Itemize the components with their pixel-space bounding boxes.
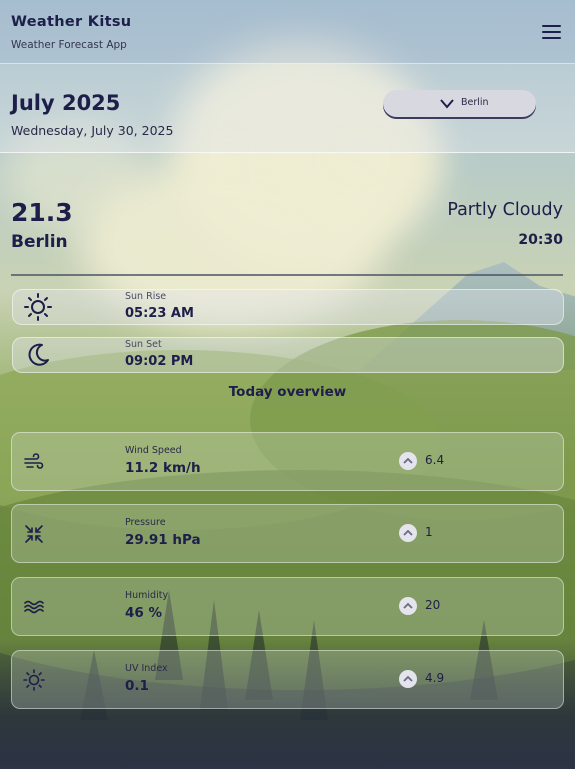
- app-subtitle: Weather Forecast App: [11, 39, 127, 51]
- metric-value: 46 %: [125, 605, 163, 621]
- waves-icon: [24, 600, 44, 614]
- metric-label: Pressure: [125, 517, 166, 528]
- metric-card-humidity: Humidity 46 % 20: [11, 577, 564, 636]
- trend-up-icon: [399, 452, 417, 470]
- sunrise-label: Sun Rise: [125, 291, 167, 302]
- metric-label: Humidity: [125, 590, 169, 601]
- city-dropdown-value: Berlin: [461, 97, 489, 108]
- current-temperature: 21.3: [11, 198, 73, 227]
- city-dropdown[interactable]: Berlin: [383, 90, 536, 117]
- metric-label: UV Index: [125, 663, 168, 674]
- current-month: July 2025: [11, 91, 121, 115]
- current-date: Wednesday, July 30, 2025: [11, 123, 174, 138]
- trend-up-icon: [399, 524, 417, 542]
- overview-title: Today overview: [228, 384, 347, 400]
- sunrise-time: 05:23 AM: [125, 306, 194, 321]
- sunset-label: Sun Set: [125, 339, 162, 350]
- weather-condition: Partly Cloudy: [447, 200, 563, 220]
- date-bar: July 2025 Wednesday, July 30, 2025 Berli…: [0, 64, 575, 153]
- compress-icon: [25, 525, 43, 543]
- hamburger-menu-icon[interactable]: [542, 24, 562, 40]
- sunset-card: Sun Set 09:02 PM: [12, 337, 564, 373]
- metric-delta: 4.9: [425, 671, 445, 685]
- sun-icon: [23, 669, 45, 691]
- metric-value: 0.1: [125, 678, 149, 694]
- moon-icon: [28, 343, 49, 366]
- app-header: Weather Kitsu Weather Forecast App: [0, 0, 575, 64]
- metric-delta: 1: [425, 525, 433, 539]
- metric-value: 29.91 hPa: [125, 532, 201, 548]
- wind-icon: [24, 453, 44, 469]
- metric-card-uv: UV Index 0.1 4.9: [11, 650, 564, 709]
- sunset-time: 09:02 PM: [125, 354, 194, 369]
- metric-label: Wind Speed: [125, 445, 182, 456]
- trend-up-icon: [399, 670, 417, 688]
- metric-delta: 6.4: [425, 453, 445, 467]
- trend-up-icon: [399, 597, 417, 615]
- metric-card-pressure: Pressure 29.91 hPa 1: [11, 504, 564, 563]
- metric-value: 11.2 km/h: [125, 460, 201, 476]
- current-city: Berlin: [11, 232, 68, 252]
- divider: [11, 274, 563, 276]
- current-time: 20:30: [518, 232, 563, 248]
- sun-icon: [24, 293, 52, 321]
- metric-card-wind: Wind Speed 11.2 km/h 6.4: [11, 432, 564, 491]
- metric-delta: 20: [425, 598, 441, 612]
- sunrise-card: Sun Rise 05:23 AM: [12, 289, 564, 325]
- chevron-down-icon: [440, 99, 454, 109]
- app-title: Weather Kitsu: [11, 14, 132, 30]
